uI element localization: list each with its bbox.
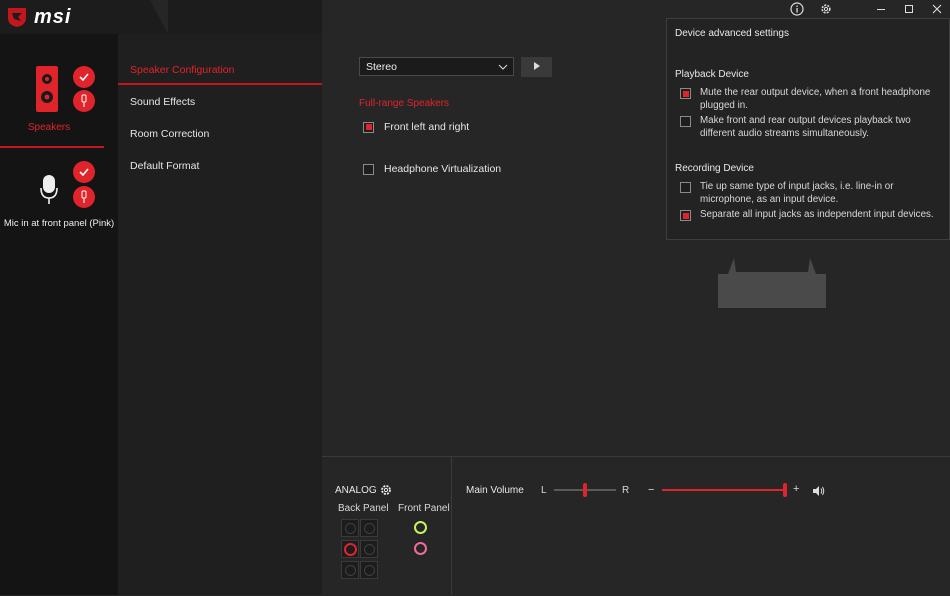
advanced-settings-panel: Device advanced settings Playback Device…	[666, 18, 950, 240]
nav-item-speaker-configuration[interactable]: Speaker Configuration	[130, 64, 234, 76]
main-volume-label: Main Volume	[466, 485, 524, 496]
front-lr-label: Front left and right	[384, 121, 470, 133]
speaker-volume-icon[interactable]	[812, 484, 826, 496]
device-label: Speakers	[27, 122, 71, 133]
dropdown-value: Stereo	[366, 61, 397, 73]
front-jack-mic[interactable]	[414, 542, 427, 555]
analog-label: ANALOG	[335, 485, 377, 496]
front-lr-option[interactable]: Front left and right	[363, 121, 469, 133]
headphone-virt-label: Headphone Virtualization	[384, 163, 502, 175]
bottom-divider	[451, 456, 452, 595]
back-jack-5[interactable]	[341, 561, 359, 579]
recording-opt2-checkbox[interactable]	[680, 210, 691, 221]
playback-opt2-label: Make front and rear output devices playb…	[700, 115, 911, 139]
volume-slider-thumb[interactable]	[783, 483, 787, 497]
device-label: Mic in at front panel (Pink)	[3, 218, 115, 229]
balance-right-label: R	[622, 485, 630, 496]
check-icon	[73, 161, 95, 183]
jack-plug-icon	[73, 90, 95, 112]
chevron-down-icon	[498, 62, 508, 74]
speaker-stand-image	[718, 256, 826, 308]
nav-item-sound-effects[interactable]: Sound Effects	[130, 96, 195, 108]
volume-minus[interactable]: −	[648, 484, 654, 496]
playback-heading: Playback Device	[675, 69, 749, 80]
brand-logo: msi	[34, 6, 72, 28]
msi-dragon-logo-icon	[6, 6, 28, 28]
back-jack-6[interactable]	[360, 561, 378, 579]
close-icon[interactable]	[930, 2, 944, 16]
nav-item-room-correction[interactable]: Room Correction	[130, 128, 209, 140]
device-item-mic[interactable]: Mic in at front panel (Pink)	[0, 160, 118, 235]
front-jack-headphone[interactable]	[414, 521, 427, 534]
back-jack-1[interactable]	[341, 519, 359, 537]
gear-icon[interactable]	[819, 2, 833, 16]
check-icon	[73, 66, 95, 88]
balance-left-label: L	[541, 485, 547, 496]
playback-opt1-checkbox[interactable]	[680, 88, 691, 99]
advanced-title: Device advanced settings	[675, 28, 789, 39]
back-jack-4[interactable]	[360, 540, 378, 558]
back-jack-3[interactable]	[341, 540, 359, 558]
active-device-underline	[0, 146, 104, 148]
speaker-icon	[36, 66, 58, 112]
nav-item-default-format[interactable]: Default Format	[130, 160, 199, 172]
minimize-icon[interactable]	[874, 2, 888, 16]
play-test-button[interactable]	[521, 57, 552, 77]
volume-plus[interactable]: +	[793, 483, 799, 495]
settings-nav	[118, 34, 322, 595]
volume-slider-fill	[662, 489, 786, 491]
balance-slider-thumb[interactable]	[583, 483, 587, 497]
front-panel-label: Front Panel	[398, 503, 450, 514]
device-item-speakers[interactable]: Speakers	[0, 52, 104, 148]
front-lr-checkbox[interactable]	[363, 121, 374, 133]
info-icon[interactable]	[790, 2, 804, 16]
microphone-icon	[39, 174, 59, 206]
playback-opt1-label: Mute the rear output device, when a fron…	[700, 87, 931, 111]
headphone-virt-option[interactable]: Headphone Virtualization	[363, 163, 501, 175]
recording-opt2-label: Separate all input jacks as independent …	[700, 209, 934, 220]
full-range-heading: Full-range Speakers	[359, 98, 450, 109]
speaker-config-dropdown[interactable]: Stereo	[359, 57, 514, 76]
analog-settings-gear-icon[interactable]	[379, 483, 393, 497]
play-icon	[533, 58, 541, 76]
recording-opt1-label: Tie up same type of input jacks, i.e. li…	[700, 181, 894, 205]
headphone-virt-checkbox[interactable]	[363, 163, 374, 175]
recording-opt1-checkbox[interactable]	[680, 182, 691, 193]
recording-heading: Recording Device	[675, 163, 754, 174]
back-panel-label: Back Panel	[338, 503, 389, 514]
back-jack-2[interactable]	[360, 519, 378, 537]
maximize-icon[interactable]	[902, 2, 916, 16]
nav-active-underline	[118, 83, 322, 85]
playback-opt2-checkbox[interactable]	[680, 116, 691, 127]
jack-plug-icon	[73, 186, 95, 208]
